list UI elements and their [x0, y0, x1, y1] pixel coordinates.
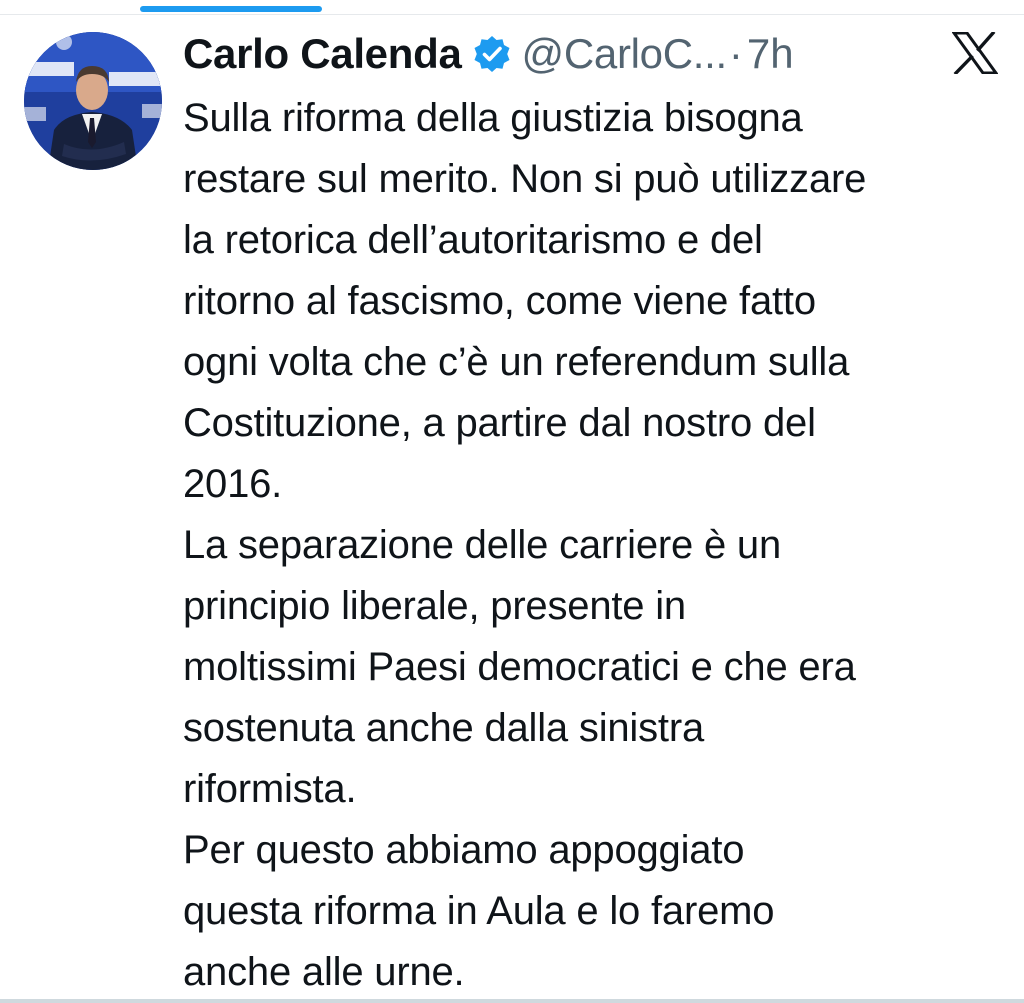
- separator-dot: ·: [728, 30, 743, 77]
- tweet-text-line: ritorno al fascismo, come viene fatto: [183, 279, 816, 323]
- tweet-text-line: 2016.: [183, 462, 283, 506]
- tweet-text-line: La separazione delle carriere è un: [183, 523, 782, 567]
- timestamp[interactable]: 7h: [747, 30, 794, 78]
- x-logo-icon[interactable]: [951, 30, 999, 76]
- tweet-text-line: Costituzione, a partire dal nostro del: [183, 401, 816, 445]
- tweet-header: Carlo Calenda @CarloC... · 7h: [183, 26, 794, 82]
- tweet-text-line: restare sul merito. Non si può utilizzar…: [183, 157, 867, 201]
- tweet-text-line: Per questo abbiamo appoggiato: [183, 828, 745, 872]
- tab-indicator: [140, 6, 322, 12]
- verified-badge-icon: [472, 34, 512, 74]
- tweet-text-line: ogni volta che c’è un referendum sulla: [183, 340, 850, 384]
- avatar[interactable]: [24, 32, 162, 170]
- tweet-text: Sulla riforma della giustizia bisogna re…: [183, 88, 1008, 1003]
- tweet-text-line: questa riforma in Aula e lo faremo: [183, 889, 775, 933]
- tweet-text-line: principio liberale, presente in: [183, 584, 686, 628]
- tweet-text-line: sostenuta anche dalla sinistra: [183, 706, 704, 750]
- tweet-text-line: la retorica dell’autoritarismo e del: [183, 218, 763, 262]
- author-display-name[interactable]: Carlo Calenda: [183, 30, 462, 78]
- profile-photo: [24, 32, 162, 170]
- tweet-text-line: anche alle urne.: [183, 950, 465, 994]
- bottom-divider: [0, 999, 1024, 1003]
- author-handle[interactable]: @CarloC...: [522, 30, 728, 78]
- divider: [0, 14, 1024, 15]
- tweet-text-line: Sulla riforma della giustizia bisogna: [183, 96, 803, 140]
- tweet-text-line: riformista.: [183, 767, 357, 811]
- tweet-text-line: moltissimi Paesi democratici e che era: [183, 645, 856, 689]
